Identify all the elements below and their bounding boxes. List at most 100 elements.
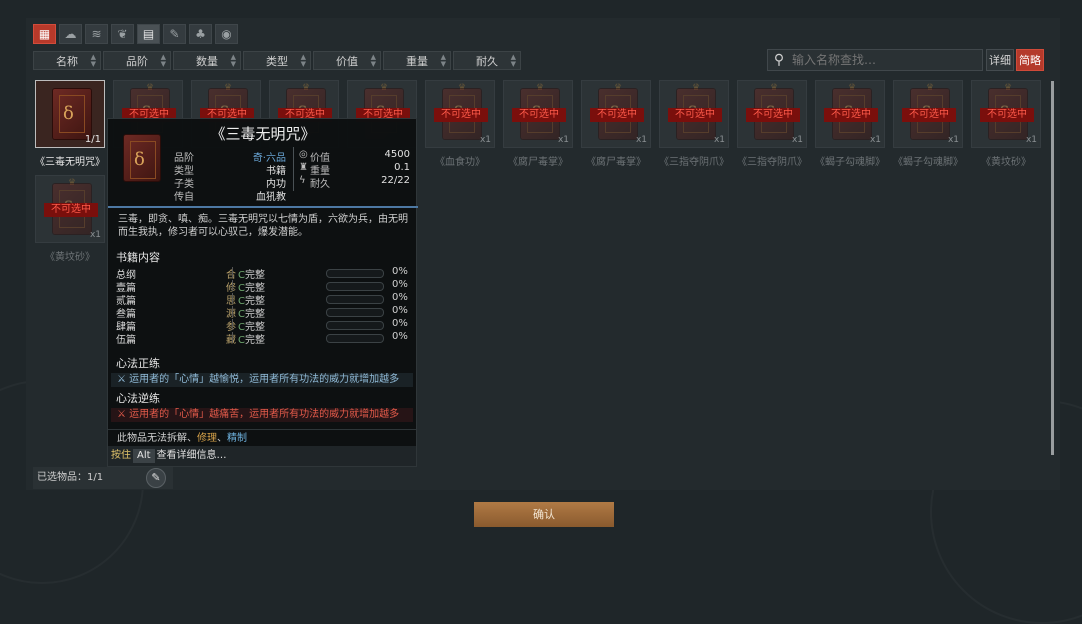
search-icon: ⚲ [773,52,785,68]
cloud-icon[interactable]: ☁ [59,24,82,44]
chapter-progress-bar [326,282,384,291]
sort-label: 重量 [406,54,428,68]
item-name: 《腐尸毒掌》 [586,157,646,168]
attr-value: 血犼教 [256,192,286,203]
alt-key: Alt [133,449,155,463]
chapter-progress-bar [326,321,384,330]
simple-view-button[interactable]: 简略 [1016,49,1044,71]
item-name: 《三指夺阴爪》 [737,157,807,168]
sort-arrows-icon: ▲ ▼ [230,53,236,68]
unselectable-badge: 不可选中 [512,108,566,122]
inventory-item[interactable]: ♛ẟ不可选中x1 《血食功》 [425,80,495,172]
item-slot: ♛ẟ不可选中x1 [971,80,1041,148]
item-name: 《黄坟砂》 [45,252,95,263]
status-text: 完整 [244,335,265,346]
item-name: 《腐尸毒掌》 [508,157,568,168]
search-input[interactable] [790,52,974,68]
sort-arrows-icon: ▲ ▼ [440,53,446,68]
herb-icon[interactable]: ❦ [111,24,134,44]
chapter-status: C完整 [238,331,265,346]
chapter-row: 伍篇 藏 C完整 0% [116,331,412,346]
item-name: 《三毒无明咒》 [35,157,105,168]
sort-column[interactable]: 品阶 ▲ ▼ [103,51,171,70]
item-slot: ♛ẟ不可选中x1 [35,175,105,243]
sort-column[interactable]: 价值 ▲ ▼ [313,51,381,70]
book-emblem: ẟ [63,103,74,124]
chapter-char: 藏 [226,335,236,346]
item-description: 三毒，即贪、嗔、痴。三毒无明咒以七情为盾，六欲为兵，由无明而生我执，修习者可以心… [118,214,408,238]
alt-detail-hint: 按住 Alt 查看详细信息… [108,446,416,466]
divider [232,306,233,317]
chapter-row: 肆篇参 C完整 0% [116,318,412,333]
inventory-item[interactable]: ♛ẟ不可选中x1 《黄坟砂》 [35,175,105,267]
attr-label: 传自 [174,192,194,203]
divider [232,280,233,291]
inventory-item[interactable]: ♛ẟ不可选中x1《蝎子勾魂脚》 [815,80,885,172]
unselectable-badge: 不可选中 [590,108,644,122]
gourd-icon[interactable]: ♣ [189,24,212,44]
inventory-item[interactable]: ♛ẟ不可选中x1《蝎子勾魂脚》 [893,80,963,172]
weight-icon: ♜ [299,162,308,173]
chapter-name: 伍篇 [116,335,136,346]
divider [232,332,233,343]
grid-icon[interactable]: ▦ [33,24,56,44]
chapter-row: 贰篇思 C完整 0% [116,292,412,307]
sort-label: 价值 [336,54,358,68]
item-slot: ♛ẟ不可选中x1 [425,80,495,148]
positive-practice-heading: 心法正练 [116,357,160,370]
search-box[interactable]: ⚲ [767,49,983,71]
unselectable-badge: 不可选中 [980,108,1034,122]
sort-column[interactable]: 重量 ▲ ▼ [383,51,451,70]
attr-value: 4500 [384,149,410,160]
divider [232,319,233,330]
inventory-item[interactable]: ẟ 1/1 《三毒无明咒》 [35,80,105,172]
chapter-percent: 0% [392,331,408,342]
inventory-item[interactable]: ♛ẟ不可选中x1《腐尸毒掌》 [503,80,573,172]
sort-column[interactable]: 数量 ▲ ▼ [173,51,241,70]
scrollbar[interactable] [1051,81,1054,455]
sort-label: 名称 [56,54,78,68]
item-slot: ♛ẟ不可选中x1 [659,80,729,148]
item-slot: ♛ẟ不可选中x1 [893,80,963,148]
sort-column[interactable]: 耐久 ▲ ▼ [453,51,521,70]
attr-label: 耐久 [310,179,330,190]
unselectable-badge: 不可选中 [902,108,956,122]
pencil-icon[interactable]: ✎ [146,468,166,488]
chapter-row: 壹篇修 C完整 0% [116,279,412,294]
item-name: 《黄坟砂》 [981,157,1031,168]
eye-icon[interactable]: ◉ [215,24,238,44]
sort-column[interactable]: 名称 ▲ ▼ [33,51,101,70]
chapter-percent: 0% [392,305,408,316]
complete-ring-icon: C [238,335,245,346]
item-count: x1 [89,230,101,240]
unselectable-badge: 不可选中 [668,108,722,122]
item-count: x1 [791,135,803,145]
divider [232,267,233,278]
item-count: x1 [479,135,491,145]
sort-label: 数量 [196,54,218,68]
inventory-item[interactable]: ♛ẟ不可选中x1《三指夺阴爪》 [737,80,807,172]
chapter-row: 总纲合 C完整 0% [116,266,412,281]
sort-label: 品阶 [126,54,148,68]
item-count: 1/1 [84,134,101,145]
detail-view-button[interactable]: 详细 [986,49,1014,71]
chapters-heading: 书籍内容 [116,251,160,264]
book-icon[interactable]: ▤ [137,24,160,44]
item-name: 《血食功》 [435,157,485,168]
inventory-item[interactable]: ♛ẟ不可选中x1《腐尸毒掌》 [581,80,651,172]
unselectable-badge: 不可选中 [824,108,878,122]
confirm-button[interactable]: 确认 [474,502,614,527]
item-name: 《蝎子勾魂脚》 [815,157,885,168]
inventory-item[interactable]: ♛ẟ不可选中x1《三指夺阴爪》 [659,80,729,172]
chapter-percent: 0% [392,318,408,329]
scroll-icon[interactable]: ✎ [163,24,186,44]
sort-label: 类型 [266,54,288,68]
sort-column[interactable]: 类型 ▲ ▼ [243,51,311,70]
item-slot: ẟ 1/1 [35,80,105,148]
chapter-progress-bar [326,308,384,317]
positive-icon: ⚔ [117,374,130,385]
wind-icon[interactable]: ≋ [85,24,108,44]
sort-arrows-icon: ▲ ▼ [160,53,166,68]
filter-tabs: ▦ ☁ ≋ ❦ ▤ ✎ ♣ ◉ [33,24,238,44]
inventory-item[interactable]: ♛ẟ不可选中x1 《黄坟砂》 [971,80,1041,172]
